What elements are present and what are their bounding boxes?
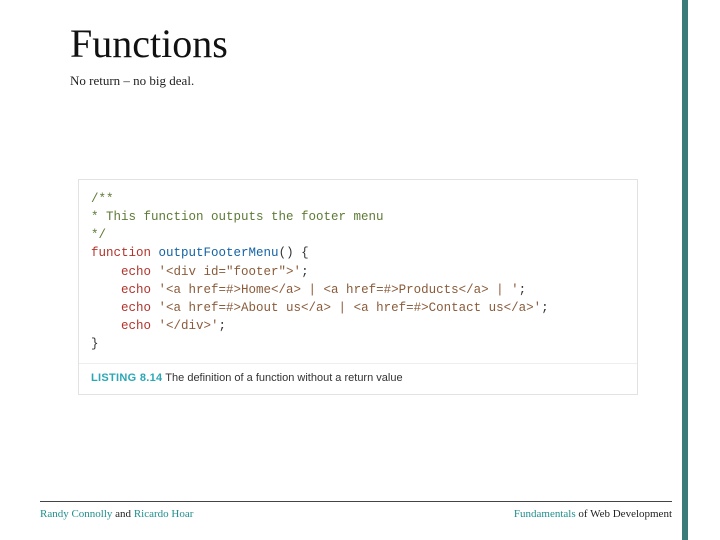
code-comment-close: */ [91, 228, 106, 242]
listing-label: LISTING 8.14 [91, 372, 162, 384]
code-semi3: ; [541, 301, 549, 315]
code-figure: /** * This function outputs the footer m… [78, 179, 638, 395]
code-semi4: ; [219, 319, 227, 333]
footer-book-title2: of Web Development [576, 508, 672, 520]
code-echo3-kw: echo [121, 301, 151, 315]
figure-caption: LISTING 8.14 The definition of a functio… [79, 363, 637, 394]
footer-author1: Randy Connolly [40, 508, 112, 520]
footer-and: and [112, 508, 133, 520]
code-semi2: ; [519, 283, 527, 297]
footer-row: Randy Connolly and Ricardo Hoar Fundamen… [40, 508, 672, 520]
footer-rule [40, 501, 672, 502]
page-subtitle: No return – no big deal. [70, 73, 672, 89]
footer-book-title1: Fundamentals [514, 508, 576, 520]
code-keyword-function: function [91, 246, 151, 260]
code-block: /** * This function outputs the footer m… [79, 180, 637, 363]
accent-bar [682, 0, 688, 540]
code-brace-close: } [91, 337, 99, 351]
code-function-name: outputFooterMenu [159, 246, 279, 260]
code-comment-open: /** [91, 192, 114, 206]
code-paren-open: () { [279, 246, 309, 260]
code-semi1: ; [301, 265, 309, 279]
code-echo1-kw: echo [121, 265, 151, 279]
code-echo2-str: '<a href=#>Home</a> | <a href=#>Products… [159, 283, 519, 297]
code-echo2-kw: echo [121, 283, 151, 297]
page-title: Functions [70, 20, 672, 67]
footer-right: Fundamentals of Web Development [514, 508, 672, 520]
code-echo1-str: '<div id="footer">' [159, 265, 302, 279]
code-comment-line: * This function outputs the footer menu [91, 210, 384, 224]
slide-footer: Randy Connolly and Ricardo Hoar Fundamen… [40, 501, 672, 520]
slide: Functions No return – no big deal. /** *… [0, 0, 720, 540]
code-echo3-str: '<a href=#>About us</a> | <a href=#>Cont… [159, 301, 542, 315]
code-echo4-str: '</div>' [159, 319, 219, 333]
code-echo4-kw: echo [121, 319, 151, 333]
footer-author2: Ricardo Hoar [134, 508, 194, 520]
footer-left: Randy Connolly and Ricardo Hoar [40, 508, 193, 520]
listing-text: The definition of a function without a r… [162, 372, 402, 384]
